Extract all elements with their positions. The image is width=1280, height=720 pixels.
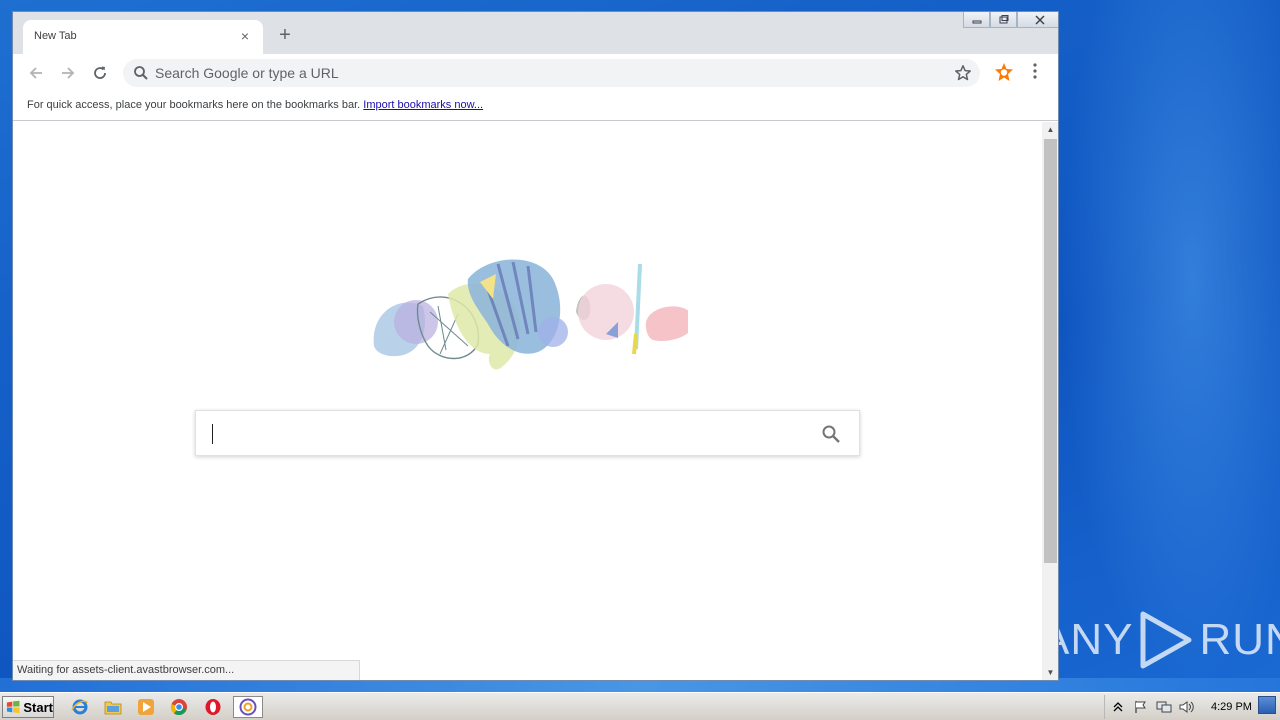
- file-explorer-icon[interactable]: [102, 697, 124, 717]
- system-tray: 4:29 PM: [1104, 695, 1280, 719]
- minimize-icon: [972, 20, 981, 23]
- taskbar: Start 4:29 PM: [0, 692, 1280, 720]
- bookmarks-hint: For quick access, place your bookmarks h…: [27, 99, 361, 111]
- internet-explorer-icon[interactable]: [69, 697, 91, 717]
- reload-button[interactable]: [88, 62, 112, 84]
- avast-browser-logo-icon: [239, 698, 257, 716]
- volume-icon[interactable]: [1177, 698, 1197, 716]
- tab-close-icon[interactable]: ×: [237, 28, 253, 44]
- close-button[interactable]: [1017, 12, 1058, 28]
- show-desktop-button[interactable]: [1258, 696, 1276, 714]
- start-button[interactable]: Start: [2, 696, 54, 718]
- media-player-icon[interactable]: [135, 697, 157, 717]
- forward-button[interactable]: [56, 62, 80, 84]
- vertical-scrollbar[interactable]: ▲ ▼: [1042, 122, 1058, 680]
- address-input[interactable]: [155, 59, 935, 87]
- windows-logo-icon: [6, 700, 20, 714]
- close-icon: [1035, 14, 1045, 25]
- restore-button[interactable]: [990, 12, 1017, 28]
- network-icon[interactable]: [1154, 698, 1174, 716]
- opera-logo-icon: [205, 699, 221, 715]
- avast-doodle-illustration: [373, 259, 688, 370]
- back-button[interactable]: [24, 62, 48, 84]
- opera-icon[interactable]: [202, 697, 224, 717]
- page-search-box[interactable]: [195, 410, 860, 456]
- new-tab-page: [13, 122, 1042, 680]
- forward-arrow-icon: [62, 67, 75, 79]
- new-tab-button[interactable]: +: [275, 25, 295, 45]
- toolbar: [13, 54, 1058, 90]
- window-controls: [963, 12, 1058, 30]
- bookmarks-bar: For quick access, place your bookmarks h…: [13, 92, 1058, 121]
- search-icon[interactable]: [821, 424, 841, 444]
- start-label: Start: [23, 699, 53, 715]
- restore-icon: [999, 15, 1008, 24]
- show-hidden-icons-button[interactable]: [1108, 698, 1128, 716]
- status-bubble: Waiting for assets-client.avastbrowser.c…: [13, 660, 360, 680]
- media-play-icon: [138, 699, 154, 715]
- avast-browser-icon[interactable]: [233, 696, 263, 718]
- tab-new-tab[interactable]: New Tab ×: [23, 20, 263, 54]
- action-center-flag-icon[interactable]: [1131, 698, 1151, 716]
- tab-strip: New Tab × +: [13, 12, 1058, 54]
- chrome-logo-icon: [170, 699, 187, 716]
- scroll-up-arrow-icon[interactable]: ▲: [1042, 122, 1058, 137]
- chevron-up-icon: [1113, 702, 1123, 712]
- play-logo-icon: [1140, 611, 1192, 669]
- tab-title: New Tab: [34, 30, 77, 42]
- desktop-background: [1060, 0, 1280, 690]
- browser-window: New Tab × + Search Google or type a URL …: [12, 11, 1059, 681]
- bookmark-star-icon[interactable]: [954, 64, 972, 82]
- text-caret: [212, 424, 213, 444]
- scroll-thumb[interactable]: [1044, 139, 1057, 563]
- watermark: ANY RUN: [1040, 610, 1280, 670]
- taskbar-clock[interactable]: 4:29 PM: [1211, 701, 1252, 713]
- chrome-icon[interactable]: [168, 697, 190, 717]
- import-bookmarks-link[interactable]: Import bookmarks now...: [363, 99, 483, 111]
- more-menu-icon[interactable]: [1028, 62, 1042, 80]
- page-search-input[interactable]: [210, 421, 810, 447]
- minimize-button[interactable]: [963, 12, 990, 28]
- scroll-down-arrow-icon[interactable]: ▼: [1042, 665, 1058, 680]
- back-arrow-icon: [29, 67, 42, 79]
- search-icon: [134, 66, 148, 80]
- folder-icon: [104, 701, 122, 715]
- ie-logo-icon: [71, 699, 88, 715]
- omnibox[interactable]: [123, 59, 980, 87]
- reload-icon: [94, 66, 106, 79]
- avast-extension-icon[interactable]: [993, 61, 1015, 83]
- watermark-text-right: RUN: [1199, 615, 1280, 664]
